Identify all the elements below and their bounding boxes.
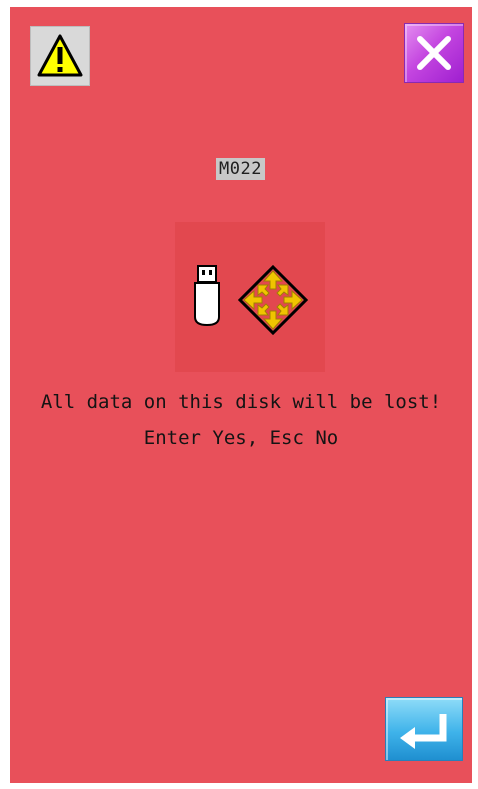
close-button[interactable] xyxy=(404,23,464,83)
message-code: M022 xyxy=(216,158,265,180)
move-arrows-icon xyxy=(238,265,308,335)
dialog-screen: M022 All data on this disk will be lost!… xyxy=(10,7,472,783)
confirm-instructions: Enter Yes, Esc No xyxy=(143,427,339,449)
warning-icon xyxy=(37,34,83,77)
warning-message: All data on this disk will be lost! xyxy=(40,391,442,413)
close-icon xyxy=(417,36,451,70)
warning-button[interactable] xyxy=(30,26,90,86)
enter-icon xyxy=(400,714,447,749)
enter-button[interactable] xyxy=(385,697,463,761)
usb-drive-icon xyxy=(194,265,220,327)
